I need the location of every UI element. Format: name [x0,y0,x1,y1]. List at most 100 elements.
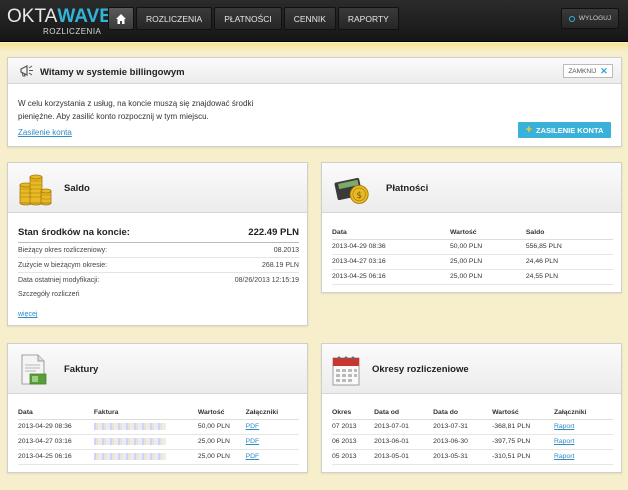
saldo-panel: Saldo Stan środków na koncie: 222.49 PLN… [7,162,308,326]
nav-raporty[interactable]: RAPORTY [337,7,399,30]
top-bar: OKTAWAVE ROZLICZENIA ROZLICZENIA PŁATNOŚ… [0,0,628,42]
saldo-title: Saldo [64,183,90,194]
home-button[interactable] [108,7,134,30]
saldo-row-label: Bieżący okres rozliczeniowy: [18,247,108,254]
pdf-link[interactable]: PDF [246,423,260,430]
report-link[interactable]: Raport [554,453,574,460]
saldo-row-label: Data ostatniej modyfikacji: [18,277,100,284]
cell-value: -368,81 PLN [492,419,554,435]
col-date-from: Data od [374,406,434,420]
balance-label: Stan środków na koncie: [18,227,130,238]
topup-button[interactable]: + ZASILENIE KONTA [518,122,611,138]
payments-header: $ Płatności [322,163,621,213]
payments-table: Data Wartość Saldo 2013-04-29 08:36 50,0… [332,226,613,285]
table-row: 07 2013 2013-07-01 2013-07-31 -368,81 PL… [332,419,613,435]
billing-periods-table: Okres Data od Data do Wartość Załączniki… [332,406,613,465]
cell-attachment: PDF [245,449,299,465]
col-attachments: Załączniki [245,406,299,420]
payments-panel: $ Płatności Data Wartość Saldo 2013-04-2… [321,162,622,293]
logout-button[interactable]: WYLOGUJ [561,8,619,29]
svg-text:$: $ [356,191,362,201]
col-period: Okres [332,406,375,420]
cell-invoice-number [93,449,198,465]
balance-value: 222.49 PLN [248,227,299,238]
payments-title: Płatności [386,183,429,194]
report-link[interactable]: Raport [554,423,574,430]
cell-attachment: PDF [245,434,299,450]
cell-balance: 24,46 PLN [525,254,613,270]
table-header-row: Okres Data od Data do Wartość Załączniki [332,406,613,420]
power-icon [568,15,575,22]
cell-value: 25,00 PLN [450,269,526,285]
cell-value: 50,00 PLN [450,239,526,255]
saldo-header: Saldo [8,163,307,213]
table-row: 06 2013 2013-06-01 2013-06-30 -397,75 PL… [332,434,613,450]
welcome-title: Witamy w systemie billingowym [40,67,185,78]
col-value: Wartość [197,406,246,420]
cell-value: -310,51 PLN [492,449,554,465]
close-label: ZAMKNIJ [568,67,597,75]
cell-period: 06 2013 [332,434,375,450]
cell-date: 2013-04-27 03:16 [18,434,94,450]
cell-period: 05 2013 [332,449,375,465]
pdf-link[interactable]: PDF [246,438,260,445]
cell-date: 2013-04-25 06:16 [18,449,94,465]
report-link[interactable]: Raport [554,438,574,445]
invoice-document-icon [21,354,47,385]
logo[interactable]: OKTAWAVE ROZLICZENIA [7,6,112,36]
col-value: Wartość [450,226,526,240]
cell-attachment: PDF [245,419,299,435]
cell-period: 07 2013 [332,419,375,435]
cell-value: 25,00 PLN [197,434,246,450]
saldo-row: Bieżący okres rozliczeniowy: 08.2013 [18,242,299,257]
col-date: Data [18,406,94,420]
welcome-panel: Witamy w systemie billingowym ZAMKNIJ ✕ … [7,57,622,147]
col-value: Wartość [492,406,554,420]
table-row: 2013-04-25 06:16 25,00 PLN 24,55 PLN [332,269,613,285]
main-nav: ROZLICZENIA PŁATNOŚCI CENNIK RAPORTY [108,7,399,30]
cell-date: 2013-04-29 08:36 [332,239,451,255]
logo-subtitle: ROZLICZENIA [43,27,102,36]
logout-label: WYLOGUJ [578,15,612,22]
table-header-row: Data Wartość Saldo [332,226,613,240]
cell-attachment: Raport [553,434,613,450]
invoices-header: Faktury [8,344,307,394]
cell-invoice-number [93,419,198,435]
cell-date-from: 2013-07-01 [374,419,434,435]
nav-rozliczenia[interactable]: ROZLICZENIA [136,7,213,30]
cell-date-to: 2013-06-30 [433,434,493,450]
table-header-row: Data Faktura Wartość Załączniki [18,406,299,420]
saldo-row-label: Zużycie w bieżącym okresie: [18,262,108,269]
cell-date: 2013-04-25 06:16 [332,269,451,285]
invoices-table: Data Faktura Wartość Załączniki 2013-04-… [18,406,299,465]
nav-cennik[interactable]: CENNIK [283,7,336,30]
table-row: 2013-04-27 03:16 25,00 PLN PDF [18,434,299,450]
coins-icon [19,174,52,206]
table-row: 2013-04-29 08:36 50,00 PLN PDF [18,419,299,435]
cell-date-from: 2013-06-01 [374,434,434,450]
more-link[interactable]: więcej [18,311,37,318]
cell-date-to: 2013-07-31 [433,419,493,435]
billing-periods-panel: Okresy rozliczeniowe Okres Data od Data … [321,343,622,473]
col-date: Data [332,226,451,240]
redacted-invoice-number [93,452,166,460]
saldo-row-value: 08.2013 [273,247,299,254]
table-row: 2013-04-27 03:16 25,00 PLN 24,46 PLN [332,254,613,270]
close-button[interactable]: ZAMKNIJ ✕ [563,64,613,78]
balance-row: Stan środków na koncie: 222.49 PLN [18,227,299,238]
invoices-title: Faktury [64,364,99,375]
cell-invoice-number [93,434,198,450]
wallet-icon: $ [334,177,369,204]
nav-platnosci[interactable]: PŁATNOŚCI [214,7,282,30]
redacted-invoice-number [93,437,166,445]
col-invoice: Faktura [93,406,198,420]
cell-balance: 24,55 PLN [525,269,613,285]
redacted-invoice-number [93,422,166,430]
topup-link[interactable]: Zasilenie konta [18,128,72,137]
pdf-link[interactable]: PDF [246,453,260,460]
cell-date-to: 2013-05-31 [433,449,493,465]
cell-date: 2013-04-29 08:36 [18,419,94,435]
megaphone-icon [20,65,33,77]
welcome-header: Witamy w systemie billingowym ZAMKNIJ ✕ [8,58,621,84]
cell-date: 2013-04-27 03:16 [332,254,451,270]
